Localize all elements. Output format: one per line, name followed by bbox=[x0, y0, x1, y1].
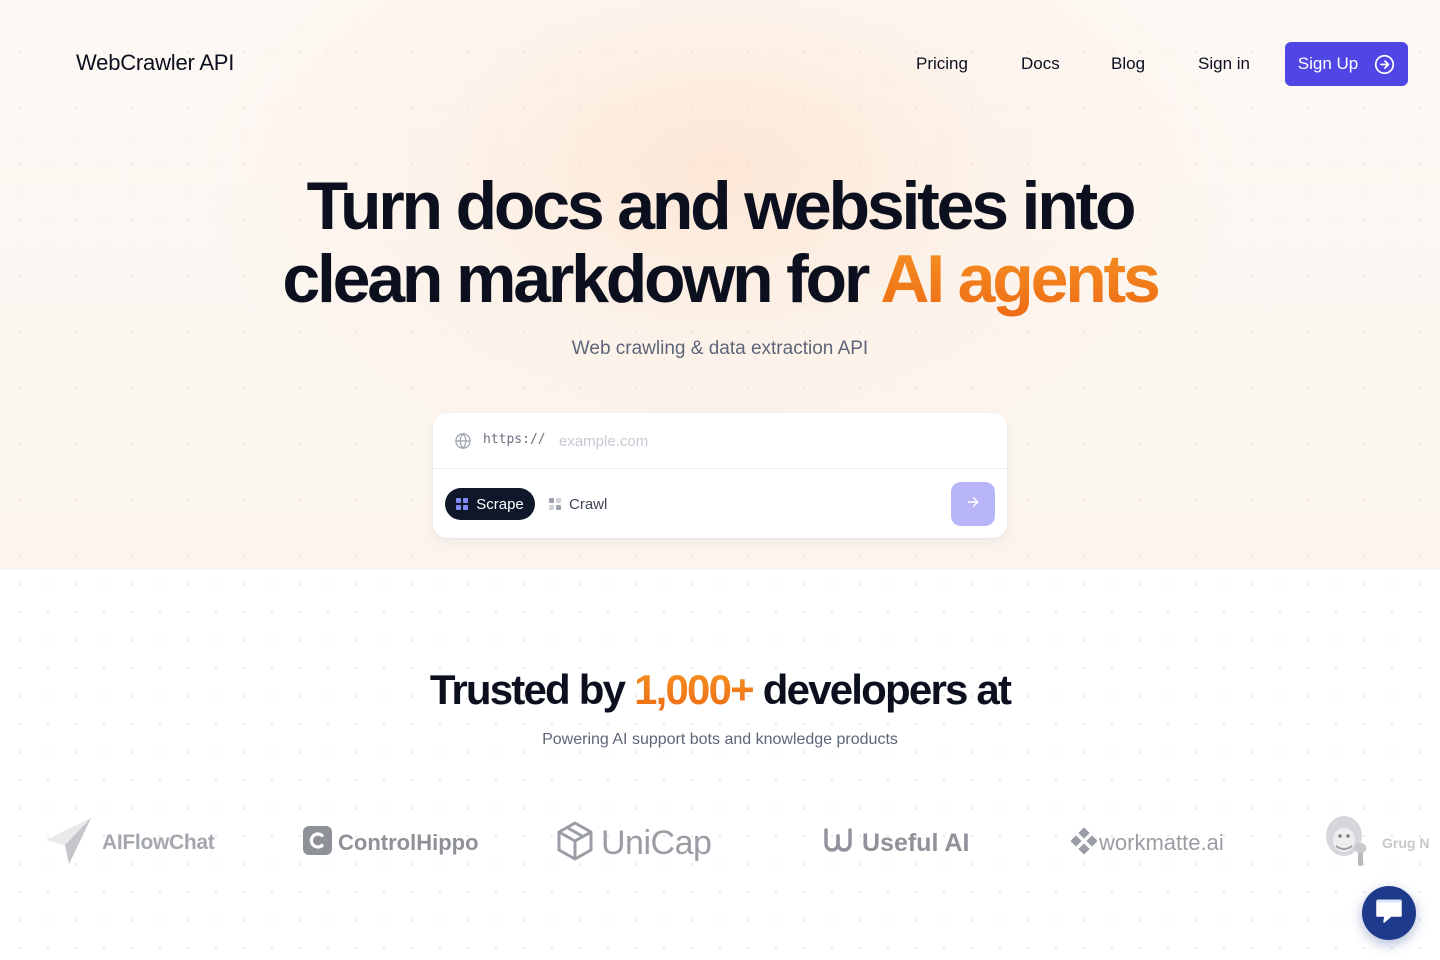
logo-label: AIFlowChat bbox=[102, 831, 215, 854]
logo-useful-ai: Useful AI bbox=[823, 815, 969, 871]
logo-label: ControlHippo bbox=[338, 830, 479, 855]
cube-icon bbox=[557, 821, 593, 866]
mode-scrape-button[interactable]: Scrape bbox=[445, 488, 535, 520]
logo-grug: Grug N bbox=[1324, 815, 1440, 871]
sign-up-button[interactable]: Sign Up bbox=[1285, 42, 1408, 86]
mode-scrape-label: Scrape bbox=[476, 495, 524, 513]
url-prefix: https:// bbox=[483, 432, 546, 447]
url-form-card: https:// Scrape Crawl bbox=[433, 413, 1007, 538]
useful-ai-icon bbox=[823, 827, 854, 860]
sign-up-label: Sign Up bbox=[1297, 54, 1359, 73]
mode-crawl-label: Crawl bbox=[569, 495, 608, 513]
logo-unicap: UniCap bbox=[557, 815, 712, 871]
logo-label: Useful AI bbox=[862, 828, 970, 857]
logo-aiflowchat: AIFlowChat bbox=[44, 815, 215, 871]
chat-bubble-icon bbox=[1374, 898, 1404, 929]
nav-pricing[interactable]: Pricing bbox=[916, 54, 968, 74]
logo-label: UniCap bbox=[601, 823, 712, 862]
hero-headline-plain: clean markdown for bbox=[282, 241, 881, 317]
brand-logo[interactable]: WebCrawler API bbox=[76, 50, 234, 76]
chat-widget-button[interactable] bbox=[1362, 886, 1416, 940]
hero-headline-accent: AI agents bbox=[880, 241, 1160, 317]
logo-label: workmatte.ai bbox=[1099, 830, 1224, 855]
logo-label: Grug N bbox=[1382, 835, 1430, 851]
logo-controlhippo: ControlHippo bbox=[303, 815, 479, 871]
url-input-row: https:// bbox=[433, 413, 1007, 469]
trusted-subtitle: Powering AI support bots and knowledge p… bbox=[542, 731, 898, 748]
logo-workmatte: workmatte.ai bbox=[1070, 815, 1224, 871]
paper-plane-icon bbox=[44, 816, 94, 871]
workmatte-icon bbox=[1070, 826, 1098, 859]
grug-caveman-icon bbox=[1324, 815, 1374, 871]
trusted-heading: Trusted by 1,000+ developers at bbox=[0, 666, 1440, 714]
nav-sign-in[interactable]: Sign in bbox=[1198, 54, 1250, 74]
globe-icon bbox=[454, 432, 472, 455]
url-input[interactable] bbox=[559, 429, 979, 453]
nav-blog[interactable]: Blog bbox=[1111, 54, 1145, 74]
nav-docs[interactable]: Docs bbox=[1021, 54, 1060, 74]
trusted-before: Trusted by bbox=[429, 666, 635, 713]
trusted-count: 1,000+ bbox=[634, 666, 755, 713]
mode-crawl-button[interactable]: Crawl bbox=[549, 488, 607, 520]
hero-headline-line1: Turn docs and websites into bbox=[306, 168, 1137, 244]
grid-icon bbox=[549, 498, 561, 510]
arrow-right-icon bbox=[966, 495, 980, 514]
arrow-circle-right-icon bbox=[1374, 54, 1395, 75]
hero-headline-line2: clean markdown for AI agents bbox=[0, 243, 1440, 315]
grid-icon bbox=[456, 498, 469, 510]
hero-subheadline: Web crawling & data extraction API bbox=[571, 338, 869, 359]
trusted-after: developers at bbox=[752, 666, 1012, 713]
submit-button[interactable] bbox=[951, 482, 995, 526]
control-hippo-icon bbox=[303, 826, 332, 860]
